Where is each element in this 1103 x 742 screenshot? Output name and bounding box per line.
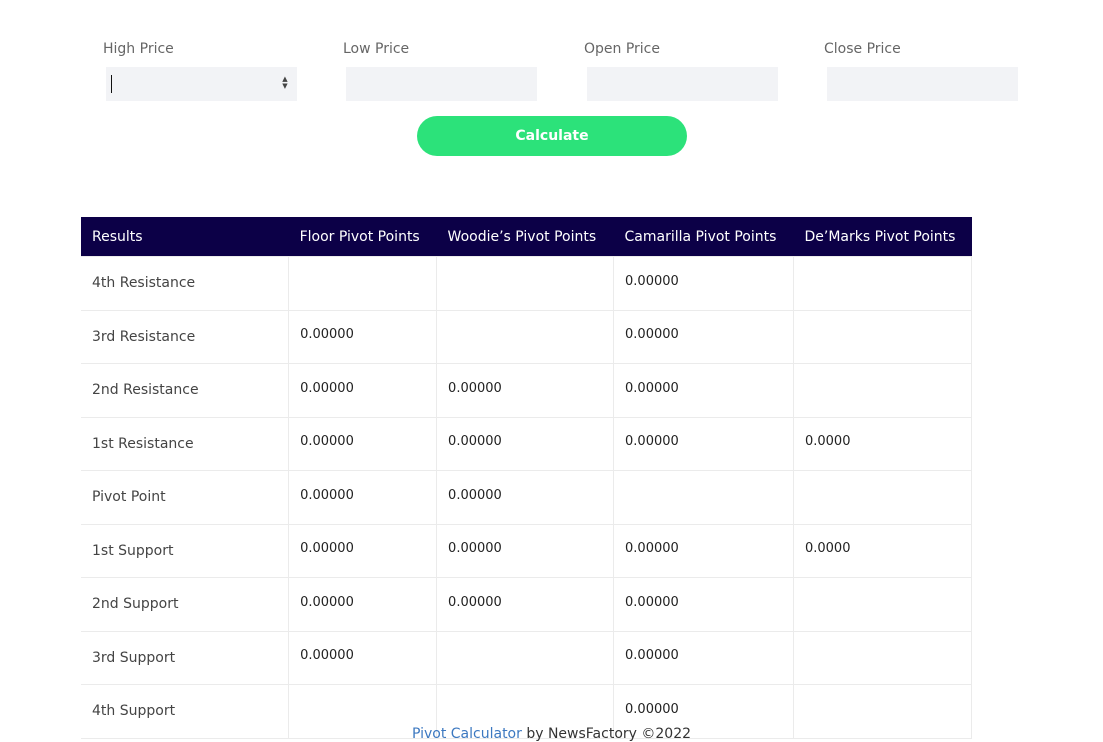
table-row: 1st Resistance 0.00000 0.00000 0.00000 0.000… bbox=[81, 416, 973, 471]
header-results: Results bbox=[81, 217, 289, 257]
table-row: 4th Resistance 0.00000 bbox=[81, 256, 973, 311]
low-price-field: Low Price bbox=[343, 39, 537, 101]
cell-woodie: 0.00000 bbox=[436, 416, 615, 471]
cell-demark bbox=[792, 363, 973, 418]
cell-demark bbox=[792, 630, 973, 685]
cell-demark bbox=[792, 470, 973, 525]
high-price-input[interactable]: ▲ ▼ bbox=[106, 67, 297, 101]
high-price-field: High Price ▲ ▼ bbox=[103, 39, 297, 101]
header-woodie: Woodie’s Pivot Points bbox=[436, 217, 614, 257]
pivot-calculator-link[interactable]: Pivot Calculator bbox=[412, 726, 522, 742]
open-price-label: Open Price bbox=[584, 41, 660, 57]
cell-floor: 0.00000 bbox=[288, 309, 438, 364]
cell-camarilla: 0.00000 bbox=[613, 577, 794, 632]
cell-woodie: 0.00000 bbox=[436, 363, 615, 418]
cell-camarilla: 0.00000 bbox=[613, 256, 794, 311]
cell-camarilla: 0.00000 bbox=[613, 523, 794, 578]
low-price-input[interactable] bbox=[346, 67, 537, 101]
cell-camarilla: 0.00000 bbox=[613, 630, 794, 685]
footer-text: by NewsFactory ©2022 bbox=[521, 726, 692, 742]
close-price-field: Close Price bbox=[824, 39, 1018, 101]
cell-camarilla: 0.00000 bbox=[613, 363, 794, 418]
header-demark: De’Marks Pivot Points bbox=[793, 217, 972, 257]
row-label: 3rd Resistance bbox=[81, 309, 290, 364]
cell-woodie bbox=[436, 630, 615, 685]
row-label: 3rd Support bbox=[81, 630, 290, 685]
cell-woodie bbox=[436, 256, 615, 311]
cell-camarilla: 0.00000 bbox=[613, 416, 794, 471]
high-price-label: High Price bbox=[103, 41, 174, 57]
row-label: 4th Resistance bbox=[81, 256, 290, 311]
row-label: Pivot Point bbox=[81, 470, 290, 525]
table-header-row: Results Floor Pivot Points Woodie’s Pivo… bbox=[81, 217, 972, 257]
cell-floor: 0.00000 bbox=[288, 577, 438, 632]
row-label: 2nd Resistance bbox=[81, 363, 290, 418]
close-price-input[interactable] bbox=[827, 67, 1018, 101]
cell-woodie: 0.00000 bbox=[436, 523, 615, 578]
table-row: 2nd Support 0.00000 0.00000 0.00000 bbox=[81, 577, 973, 632]
table-row: 3rd Resistance 0.00000 0.00000 bbox=[81, 309, 973, 364]
cell-woodie bbox=[436, 309, 615, 364]
cell-demark bbox=[792, 577, 973, 632]
calculate-button[interactable]: Calculate bbox=[417, 116, 687, 156]
cell-floor bbox=[288, 256, 438, 311]
table-row: 3rd Support 0.00000 0.00000 bbox=[81, 630, 973, 685]
text-cursor bbox=[111, 75, 112, 93]
low-price-label: Low Price bbox=[343, 41, 410, 57]
open-price-input[interactable] bbox=[587, 67, 778, 101]
cell-demark bbox=[792, 309, 973, 364]
cell-camarilla: 0.00000 bbox=[613, 309, 794, 364]
header-camarilla: Camarilla Pivot Points bbox=[613, 217, 794, 257]
cell-floor: 0.00000 bbox=[288, 523, 438, 578]
table-row: 2nd Resistance 0.00000 0.00000 0.00000 bbox=[81, 363, 973, 418]
close-price-label: Close Price bbox=[824, 41, 901, 57]
cell-woodie: 0.00000 bbox=[436, 470, 615, 525]
cell-floor: 0.00000 bbox=[288, 416, 438, 471]
cell-demark bbox=[792, 256, 973, 311]
row-label: 1st Resistance bbox=[81, 416, 290, 471]
open-price-field: Open Price bbox=[584, 39, 778, 101]
cell-woodie: 0.00000 bbox=[436, 577, 615, 632]
table-row: 1st Support 0.00000 0.00000 0.00000 0.0000 bbox=[81, 523, 973, 578]
footer: Pivot Calculator by NewsFactory ©2022 bbox=[0, 726, 1103, 742]
cell-floor: 0.00000 bbox=[288, 363, 438, 418]
cell-floor: 0.00000 bbox=[288, 630, 438, 685]
row-label: 2nd Support bbox=[81, 577, 290, 632]
cell-floor: 0.00000 bbox=[288, 470, 438, 525]
header-floor: Floor Pivot Points bbox=[288, 217, 437, 257]
cell-demark: 0.0000 bbox=[792, 416, 973, 471]
row-label: 1st Support bbox=[81, 523, 290, 578]
number-spinner-icon[interactable]: ▲ ▼ bbox=[281, 76, 289, 92]
results-table: Results Floor Pivot Points Woodie’s Pivo… bbox=[81, 217, 973, 739]
cell-camarilla bbox=[613, 470, 794, 525]
table-row: Pivot Point 0.00000 0.00000 bbox=[81, 470, 973, 525]
cell-demark: 0.0000 bbox=[792, 523, 973, 578]
